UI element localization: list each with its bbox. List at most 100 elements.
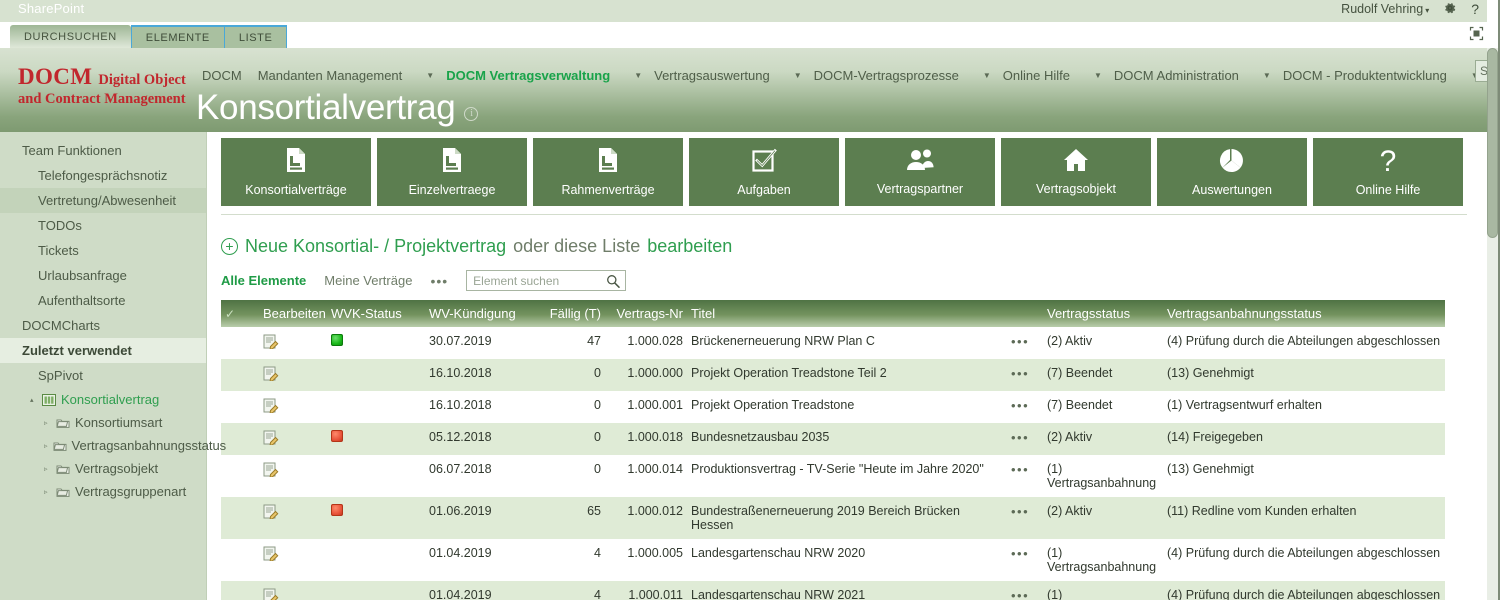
tab-liste[interactable]: LISTE	[224, 25, 288, 48]
sidebar-item-aufenthaltsorte[interactable]: Aufenthaltsorte	[0, 288, 206, 313]
sidebar-tree-item-konsortiumsart[interactable]: ▹ Konsortiumsart	[0, 411, 206, 434]
table-row[interactable]: 01.06.2019 65 1.000.012 Bundestraßenerne…	[221, 497, 1445, 539]
topnav-item-docm-vertragsprozesse[interactable]: DOCM-Vertragsprozesse	[808, 66, 965, 85]
row-menu-button[interactable]: •••	[1007, 581, 1043, 600]
row-checkbox[interactable]	[221, 359, 259, 391]
tree-expand-icon-konsortiumsart[interactable]: ▹	[44, 419, 51, 427]
sidebar-item-vertretung-abwesenheit[interactable]: Vertretung/Abwesenheit	[0, 188, 206, 213]
sidebar-item-sppivot[interactable]: SpPivot	[0, 363, 206, 388]
row-titel[interactable]: Produktionsvertrag - TV-Serie "Heute im …	[687, 455, 1007, 497]
row-titel[interactable]: Landesgartenschau NRW 2021	[687, 581, 1007, 600]
row-checkbox[interactable]	[221, 391, 259, 423]
edit-item-icon[interactable]	[263, 588, 279, 600]
edit-item-icon[interactable]	[263, 334, 279, 352]
chevron-down-icon-mandanten[interactable]: ▼	[426, 71, 434, 80]
row-menu-button[interactable]: •••	[1007, 455, 1043, 497]
topnav-item-vertragsauswertung[interactable]: Vertragsauswertung	[648, 66, 776, 85]
new-item-link[interactable]: Neue Konsortial- / Projektvertrag	[245, 236, 506, 257]
table-row[interactable]: 16.10.2018 0 1.000.000 Projekt Operation…	[221, 359, 1445, 391]
row-edit-cell[interactable]	[259, 539, 327, 581]
tile-konsortialvertraege[interactable]: Konsortialverträge	[221, 138, 371, 206]
tree-expand-icon-vertragsanbahnungsstatus[interactable]: ▹	[44, 442, 48, 450]
sidebar-item-docmcharts[interactable]: DOCMCharts	[0, 313, 206, 338]
column-vertrags-nr[interactable]: Vertrags-Nr	[605, 300, 687, 327]
row-checkbox[interactable]	[221, 581, 259, 600]
tile-online-hilfe[interactable]: ? Online Hilfe	[1313, 138, 1463, 206]
row-edit-cell[interactable]	[259, 497, 327, 539]
row-titel[interactable]: Brückenerneuerung NRW Plan C	[687, 327, 1007, 359]
row-menu-button[interactable]: •••	[1007, 497, 1043, 539]
row-edit-cell[interactable]	[259, 327, 327, 359]
tab-durchsuchen[interactable]: DURCHSUCHEN	[10, 25, 131, 48]
tab-elemente[interactable]: ELEMENTE	[130, 25, 225, 48]
row-edit-cell[interactable]	[259, 423, 327, 455]
column-wv-kuendigung[interactable]: WV-Kündigung	[425, 300, 535, 327]
edit-item-icon[interactable]	[263, 366, 279, 384]
sidebar-item-todos[interactable]: TODOs	[0, 213, 206, 238]
tree-expand-icon-vertragsobjekt[interactable]: ▹	[44, 465, 51, 473]
edit-item-icon[interactable]	[263, 546, 279, 564]
row-edit-cell[interactable]	[259, 391, 327, 423]
row-titel[interactable]: Bundesnetzausbau 2035	[687, 423, 1007, 455]
chevron-down-icon-administration[interactable]: ▼	[1263, 71, 1271, 80]
row-titel[interactable]: Projekt Operation Treadstone Teil 2	[687, 359, 1007, 391]
search-box[interactable]	[466, 270, 627, 291]
info-icon[interactable]: i	[464, 107, 479, 121]
tile-vertragsobjekt[interactable]: Vertragsobjekt	[1001, 138, 1151, 206]
view-more-button[interactable]: •••	[430, 273, 448, 289]
row-titel[interactable]: Bundestraßenerneuerung 2019 Bereich Brüc…	[687, 497, 1007, 539]
column-bearbeiten[interactable]: Bearbeiten	[259, 300, 327, 327]
tile-aufgaben[interactable]: Aufgaben	[689, 138, 839, 206]
row-menu-button[interactable]: •••	[1007, 327, 1043, 359]
sidebar-tree-item-vertragsgruppenart[interactable]: ▹ Vertragsgruppenart	[0, 480, 206, 503]
topnav-item-docm-vertragsverwaltung[interactable]: DOCM Vertragsverwaltung	[440, 66, 616, 85]
topnav-item-online-hilfe[interactable]: Online Hilfe	[997, 66, 1076, 85]
page-scrollbar-thumb[interactable]	[1487, 48, 1498, 238]
row-menu-button[interactable]: •••	[1007, 539, 1043, 581]
table-row[interactable]: 30.07.2019 47 1.000.028 Brückenerneuerun…	[221, 327, 1445, 359]
sidebar-tree-item-vertragsanbahnungsstatus[interactable]: ▹ Vertragsanbahnungsstatus	[0, 434, 226, 457]
help-icon[interactable]: ?	[1471, 2, 1479, 16]
page-scrollbar[interactable]	[1487, 48, 1498, 600]
chevron-down-icon-vertragsauswertung[interactable]: ▼	[794, 71, 802, 80]
tile-vertragspartner[interactable]: Vertragspartner	[845, 138, 995, 206]
edit-list-link[interactable]: bearbeiten	[647, 236, 732, 257]
chevron-down-icon-vertragsprozesse[interactable]: ▼	[983, 71, 991, 80]
column-wvk-status[interactable]: WVK-Status	[327, 300, 425, 327]
column-titel[interactable]: Titel	[687, 300, 1007, 327]
edit-item-icon[interactable]	[263, 504, 279, 522]
sidebar-tree-root-konsortialvertrag[interactable]: ▴ Konsortialvertrag	[0, 388, 206, 411]
user-menu[interactable]: Rudolf Vehring ▾	[1341, 2, 1429, 16]
row-checkbox[interactable]	[221, 327, 259, 359]
gear-icon[interactable]	[1443, 1, 1457, 17]
row-edit-cell[interactable]	[259, 359, 327, 391]
row-menu-button[interactable]: •••	[1007, 359, 1043, 391]
tile-auswertungen[interactable]: Auswertungen	[1157, 138, 1307, 206]
edit-item-icon[interactable]	[263, 462, 279, 480]
plus-circle-icon[interactable]: +	[221, 238, 238, 255]
tree-expand-icon-vertragsgruppenart[interactable]: ▹	[44, 488, 51, 496]
topnav-item-docm-produktentwicklung[interactable]: DOCM - Produktentwicklung	[1277, 66, 1453, 85]
focus-on-content-icon[interactable]	[1469, 26, 1484, 41]
row-menu-button[interactable]: •••	[1007, 391, 1043, 423]
topnav-item-mandanten-management[interactable]: Mandanten Management	[252, 66, 409, 85]
table-row[interactable]: 05.12.2018 0 1.000.018 Bundesnetzausbau …	[221, 423, 1445, 455]
sidebar-item-urlaubsanfrage[interactable]: Urlaubsanfrage	[0, 263, 206, 288]
sidebar-item-telefongespraechsnotiz[interactable]: Telefongesprächsnotiz	[0, 163, 206, 188]
column-vertragsstatus[interactable]: Vertragsstatus	[1043, 300, 1163, 327]
column-select-all[interactable]: ✓	[221, 300, 259, 327]
row-checkbox[interactable]	[221, 497, 259, 539]
sidebar-item-tickets[interactable]: Tickets	[0, 238, 206, 263]
table-row[interactable]: 01.04.2019 4 1.000.011 Landesgartenschau…	[221, 581, 1445, 600]
tile-einzelvertraege[interactable]: Einzelvertraege	[377, 138, 527, 206]
view-meine-vertraege[interactable]: Meine Verträge	[324, 273, 412, 288]
table-row[interactable]: 01.04.2019 4 1.000.005 Landesgartenschau…	[221, 539, 1445, 581]
column-faellig[interactable]: Fällig (T)	[535, 300, 605, 327]
chevron-down-icon-online-hilfe[interactable]: ▼	[1094, 71, 1102, 80]
row-checkbox[interactable]	[221, 539, 259, 581]
row-checkbox[interactable]	[221, 455, 259, 497]
row-titel[interactable]: Projekt Operation Treadstone	[687, 391, 1007, 423]
row-titel[interactable]: Landesgartenschau NRW 2020	[687, 539, 1007, 581]
row-menu-button[interactable]: •••	[1007, 423, 1043, 455]
tree-expand-icon[interactable]: ▴	[30, 396, 37, 404]
